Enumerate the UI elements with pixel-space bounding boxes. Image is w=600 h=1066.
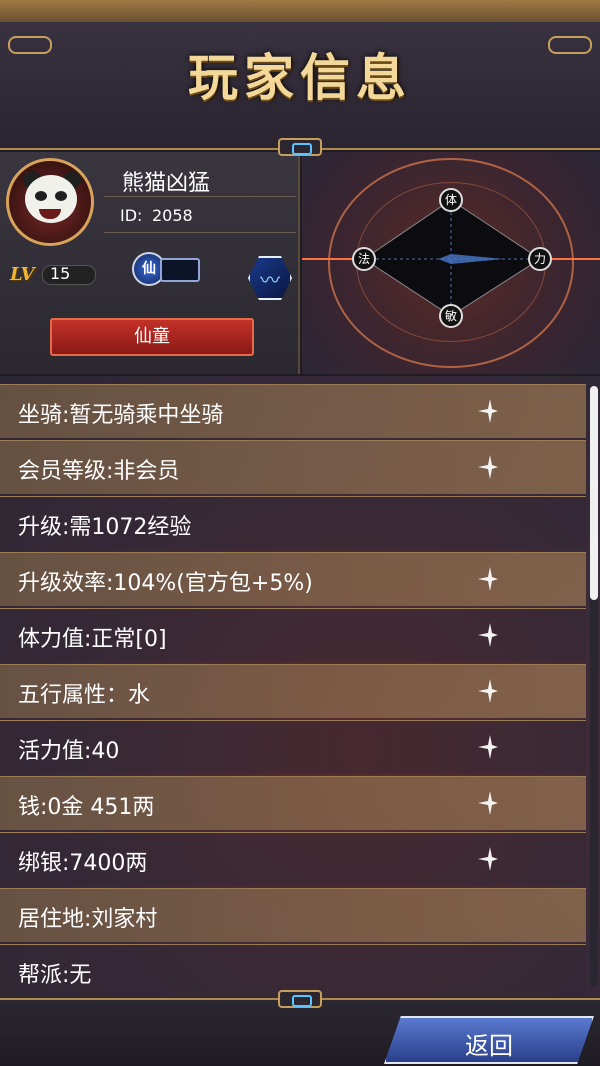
stat-node-constitution: 体 [439,188,463,212]
school-badge[interactable]: 仙 [124,252,204,286]
attribute-wheel: 体 力 敏 法 [302,152,600,374]
info-row-residence: 居住地:刘家村 [0,888,586,942]
player-name: 熊猫凶猛 [122,171,211,196]
info-row-stamina[interactable]: 体力值:正常[0] [0,608,586,662]
info-row-bound-silver[interactable]: 绑银:7400两 [0,832,586,886]
profile-panel: 熊猫凶猛 ID: 2058 LV 15 仙 仙童 [0,152,300,374]
row-text: 绑银:7400两 [18,851,148,876]
id-label: ID: [120,206,143,225]
info-row-element[interactable]: 五行属性：水 [0,664,586,718]
player-name-row: 熊猫凶猛 [104,162,296,197]
row-text: 五行属性：水 [18,683,151,708]
sparkle-icon[interactable] [476,733,500,761]
scroll-thumb[interactable] [590,386,598,600]
page-title: 玩家信息 [188,48,412,107]
avatar[interactable] [6,158,94,246]
sparkle-icon[interactable] [476,677,500,705]
row-text: 帮派:无 [18,963,92,988]
stat-node-magic: 法 [352,247,376,271]
row-text: 坐骑:暂无骑乘中坐骑 [18,403,224,428]
info-row-mount[interactable]: 坐骑:暂无骑乘中坐骑 [0,384,586,438]
sparkle-icon[interactable] [476,621,500,649]
knot-ornament-icon [278,990,322,1008]
water-element-icon[interactable] [248,256,292,300]
screen-icon [160,258,200,282]
info-row-money[interactable]: 钱:0金 451两 [0,776,586,830]
row-text: 会员等级:非会员 [18,459,180,484]
attribute-diamond [302,199,600,317]
level-badge: LV [10,264,35,285]
row-text: 升级:需1072经验 [18,515,192,540]
row-text: 体力值:正常[0] [18,627,167,652]
stat-node-strength: 力 [528,247,552,271]
info-row-upgrade-efficiency[interactable]: 升级效率:104%(官方包+5%) [0,552,586,606]
row-text: 升级效率:104%(官方包+5%) [18,571,313,596]
sparkle-icon[interactable] [476,565,500,593]
scrollbar[interactable] [590,386,598,986]
sparkle-icon[interactable] [476,397,500,425]
info-row-upgrade: 升级:需1072经验 [0,496,586,550]
row-text: 活力值:40 [18,739,120,764]
panda-eye-icon [55,191,67,201]
row-text: 居住地:刘家村 [18,907,158,932]
info-row-membership[interactable]: 会员等级:非会员 [0,440,586,494]
level-value: 15 [50,264,71,283]
header-frame: 玩家信息 [0,0,600,150]
back-button-label: 返回 [465,1032,513,1060]
row-text: 钱:0金 451两 [18,795,155,820]
player-title-banner[interactable]: 仙童 [50,318,254,356]
player-id-row: ID: 2058 [104,202,296,233]
id-value: 2058 [152,206,193,225]
info-row-vitality[interactable]: 活力值:40 [0,720,586,774]
stat-node-agility: 敏 [439,304,463,328]
back-button[interactable]: 返回 [384,1016,594,1064]
sparkle-icon[interactable] [476,453,500,481]
sparkle-icon[interactable] [476,845,500,873]
panda-eye-icon [35,191,47,201]
sparkle-icon[interactable] [476,789,500,817]
knot-ornament-icon [278,138,322,156]
